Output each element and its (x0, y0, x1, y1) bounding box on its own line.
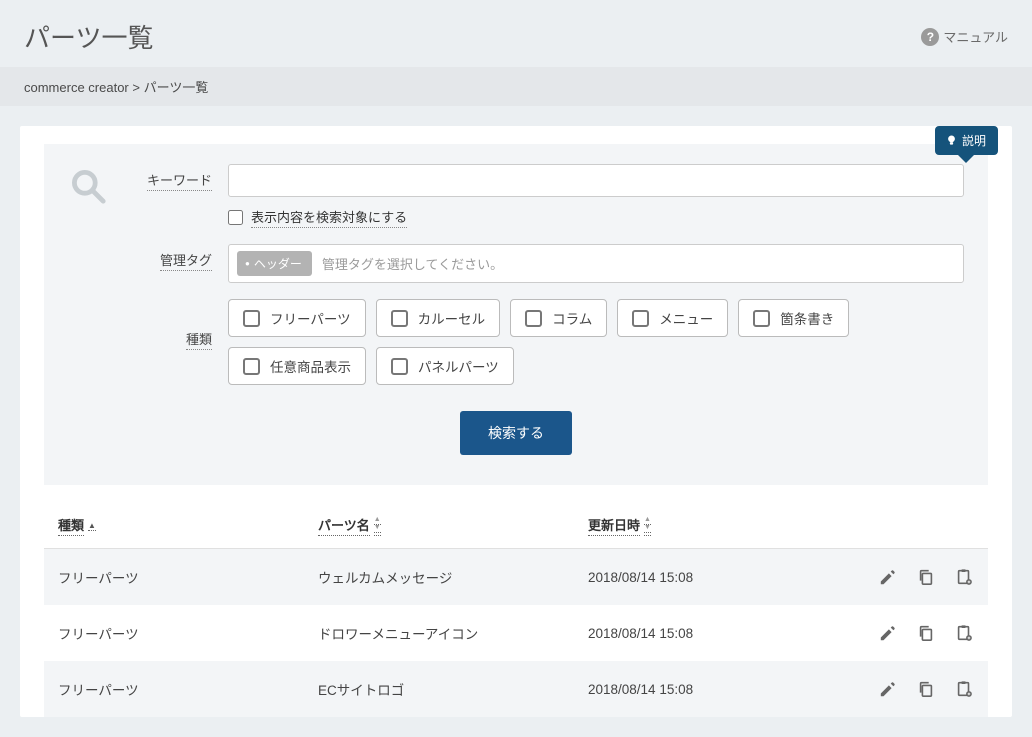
type-chip[interactable]: パネルパーツ (376, 347, 514, 385)
edit-button[interactable] (878, 623, 898, 643)
pencil-icon (879, 680, 897, 698)
search-panel: キーワード 表示内容を検索対象にする 管理タグ ヘッダー 管理タグを選択してくだ… (44, 144, 988, 485)
sort-icon: ▲▼ (644, 517, 651, 536)
table-body: フリーパーツ ウェルカムメッセージ 2018/08/14 15:08 フリーパー… (44, 549, 988, 717)
cell-name[interactable]: ECサイトロゴ (318, 679, 588, 699)
tag-select[interactable]: ヘッダー 管理タグを選択してください。 (228, 244, 964, 283)
breadcrumb-current: パーツ一覧 (144, 80, 209, 95)
pencil-icon (879, 568, 897, 586)
clipboard-icon (955, 568, 973, 586)
col-header-type[interactable]: 種類▲ (58, 515, 318, 536)
clipboard-icon (955, 680, 973, 698)
type-options: フリーパーツ カルーセル コラム メニュー 箇条書き 任意商品表示 パネルパーツ (228, 299, 964, 385)
search-icon (68, 166, 108, 206)
copy-button[interactable] (916, 623, 936, 643)
table-row: フリーパーツ ドロワーメニューアイコン 2018/08/14 15:08 (44, 605, 988, 661)
tag-label: 管理タグ (160, 253, 212, 271)
pencil-icon (879, 624, 897, 642)
tag-placeholder: 管理タグを選択してください。 (322, 254, 503, 273)
copy-icon (917, 568, 935, 586)
checkbox-icon (391, 358, 408, 375)
include-content-checkbox[interactable] (228, 210, 243, 225)
table-row: フリーパーツ ECサイトロゴ 2018/08/14 15:08 (44, 661, 988, 717)
checkbox-icon (632, 310, 649, 327)
type-chip[interactable]: カルーセル (376, 299, 501, 337)
keyword-input[interactable] (228, 164, 964, 197)
sort-icon: ▲▼ (374, 517, 381, 536)
copy-icon (917, 624, 935, 642)
copy-button[interactable] (916, 567, 936, 587)
tag-chip-header[interactable]: ヘッダー (237, 251, 312, 276)
col-header-name[interactable]: パーツ名▲▼ (318, 515, 588, 536)
cell-name[interactable]: ウェルカムメッセージ (318, 567, 588, 587)
cell-name[interactable]: ドロワーメニューアイコン (318, 623, 588, 643)
cell-type: フリーパーツ (58, 623, 318, 643)
help-icon: ? (921, 28, 939, 46)
sort-asc-icon: ▲ (88, 523, 96, 531)
cell-type: フリーパーツ (58, 679, 318, 699)
copy-button[interactable] (916, 679, 936, 699)
manual-link[interactable]: ? マニュアル (921, 27, 1008, 46)
breadcrumb-root[interactable]: commerce creator (24, 80, 129, 95)
clipboard-icon (955, 624, 973, 642)
help-badge-label: 説明 (962, 132, 986, 149)
type-label: 種類 (186, 332, 212, 350)
checkbox-icon (753, 310, 770, 327)
cell-date: 2018/08/14 15:08 (588, 682, 844, 697)
table-row: フリーパーツ ウェルカムメッセージ 2018/08/14 15:08 (44, 549, 988, 605)
keyword-label: キーワード (147, 173, 212, 191)
type-chip[interactable]: フリーパーツ (228, 299, 366, 337)
checkbox-icon (391, 310, 408, 327)
copy-icon (917, 680, 935, 698)
help-badge[interactable]: 説明 (935, 126, 998, 155)
checkbox-icon (243, 310, 260, 327)
checkbox-icon (525, 310, 542, 327)
cell-date: 2018/08/14 15:08 (588, 570, 844, 585)
page-title: パーツ一覧 (24, 18, 153, 55)
cell-date: 2018/08/14 15:08 (588, 626, 844, 641)
lightbulb-icon (945, 134, 958, 147)
page-header: パーツ一覧 ? マニュアル (0, 0, 1032, 67)
cell-type: フリーパーツ (58, 567, 318, 587)
search-button[interactable]: 検索する (460, 411, 572, 455)
include-content-label[interactable]: 表示内容を検索対象にする (251, 207, 407, 228)
breadcrumb-sep: > (132, 80, 143, 95)
col-header-date[interactable]: 更新日時▲▼ (588, 515, 844, 536)
edit-button[interactable] (878, 567, 898, 587)
manual-label: マニュアル (943, 27, 1008, 46)
table-header: 種類▲ パーツ名▲▼ 更新日時▲▼ (44, 503, 988, 549)
clipboard-button[interactable] (954, 623, 974, 643)
clipboard-button[interactable] (954, 679, 974, 699)
breadcrumb: commerce creator > パーツ一覧 (0, 67, 1032, 106)
edit-button[interactable] (878, 679, 898, 699)
type-chip[interactable]: 任意商品表示 (228, 347, 366, 385)
type-chip[interactable]: コラム (510, 299, 607, 337)
type-chip[interactable]: 箇条書き (738, 299, 849, 337)
chevron-down-icon (958, 155, 974, 163)
type-chip[interactable]: メニュー (617, 299, 728, 337)
checkbox-icon (243, 358, 260, 375)
content-card: 説明 キーワード 表示内容を検索対象にする (20, 126, 1012, 717)
clipboard-button[interactable] (954, 567, 974, 587)
